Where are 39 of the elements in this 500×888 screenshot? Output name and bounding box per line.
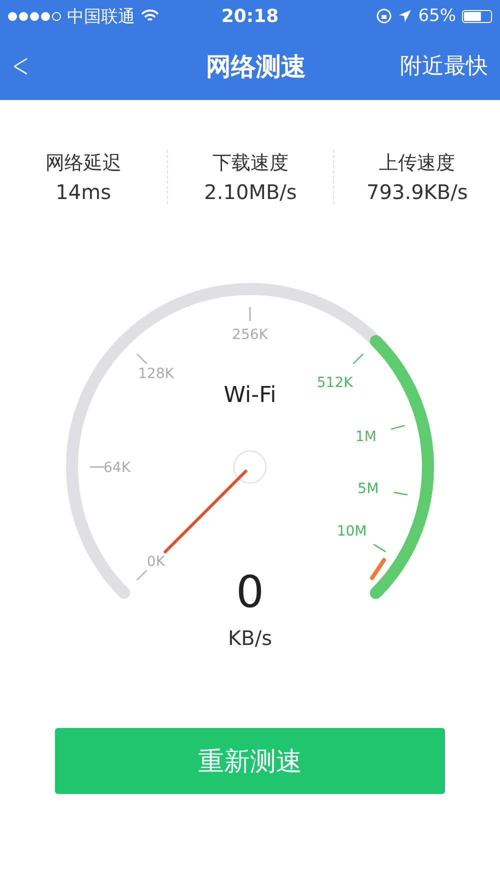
tick-label: 1M [355,428,376,445]
stat-label: 下载速度 [212,151,288,176]
wifi-icon [141,9,159,23]
rotation-lock-icon [376,8,392,24]
back-button[interactable]: < [12,46,48,86]
battery-percent: 65% [418,6,456,26]
upload-marker-icon [370,558,386,580]
tick-mark [374,544,386,552]
tick-mark [249,307,251,321]
carrier-name: 中国联通 [67,6,135,28]
speed-value: 0 [236,567,264,618]
tick-mark [390,425,405,430]
tick-mark [90,466,104,468]
tick-label: 64K [104,460,130,476]
signal-strength-icon [8,12,61,20]
location-arrow-icon [398,9,412,23]
tick-label: 128K [138,366,174,382]
page-title: 网络测速 [205,50,307,82]
tick-mark [394,492,408,496]
clock-time: 20:18 [221,6,279,26]
stat-label: 上传速度 [379,151,456,176]
tick-label: 512K [316,375,353,392]
needle-hub [234,450,266,484]
stat-value: 793.9KB/s [366,180,468,204]
battery-icon [462,10,492,22]
stat-value: 2.10MB/s [204,180,297,204]
tick-mark [136,570,148,581]
tick-mark [352,353,364,364]
stat-label: 网络延迟 [45,151,122,176]
nearest-fastest-button[interactable]: 附近最快 [400,51,488,81]
tick-label: 5M [358,480,379,497]
retest-button[interactable]: 重新测速 [55,728,445,794]
tick-label: 256K [232,327,268,343]
network-type: Wi-Fi [224,383,276,408]
tick-label: 10M [336,524,367,540]
stat-value: 14ms [56,180,111,204]
tick-mark [136,353,148,364]
speed-unit: KB/s [228,626,272,650]
tick-label: 0K [146,554,165,570]
